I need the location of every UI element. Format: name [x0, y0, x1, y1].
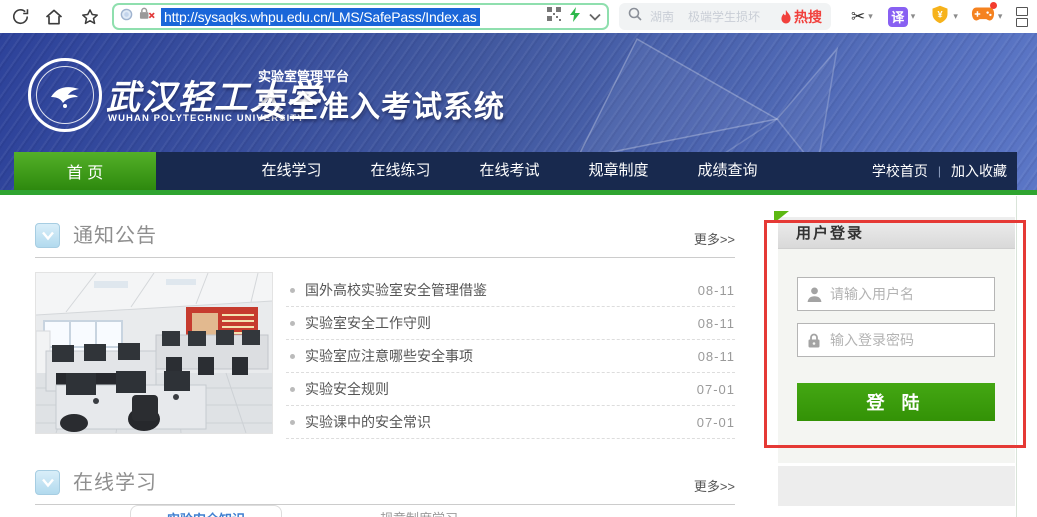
nav-separator: | — [938, 152, 941, 190]
column-divider — [1016, 196, 1017, 517]
bullet-icon — [290, 420, 295, 425]
bullet-icon — [290, 321, 295, 326]
nav-item-online-exam[interactable]: 在线考试 — [455, 152, 564, 190]
notice-item-title: 实验安全规则 — [305, 379, 389, 399]
browser-toolbar: http://sysaqks.whpu.edu.cn/LMS/SafePass/… — [0, 0, 1037, 33]
game-controller-icon — [971, 5, 995, 28]
flame-icon — [780, 10, 792, 24]
username-input[interactable] — [830, 286, 994, 302]
translate-icon: 译 — [888, 7, 908, 27]
lock-icon — [798, 332, 830, 349]
notice-item-title: 实验课中的安全常识 — [305, 412, 431, 432]
refresh-icon[interactable] — [8, 5, 32, 29]
notice-item-date: 07-01 — [697, 415, 735, 430]
notice-section-title: 通知公告 — [73, 219, 157, 248]
bullet-icon — [290, 354, 295, 359]
browser-window: http://sysaqks.whpu.edu.cn/LMS/SafePass/… — [0, 0, 1037, 517]
notice-item-date: 07-01 — [697, 382, 735, 397]
nav-link-add-favorite[interactable]: 加入收藏 — [951, 152, 1007, 190]
user-icon — [798, 286, 830, 303]
bullet-icon — [290, 387, 295, 392]
chevron-down-icon[interactable] — [589, 8, 601, 26]
wallet-tool-button[interactable]: ¥ ▾ — [930, 4, 958, 30]
notice-item[interactable]: 实验室安全工作守则 08-11 — [286, 307, 735, 340]
notice-item-date: 08-11 — [698, 283, 735, 298]
notice-photo-computer-lab[interactable] — [35, 272, 273, 434]
notice-item-date: 08-11 — [698, 316, 735, 331]
search-suggestion-2[interactable]: 极端学生损坏 — [688, 8, 760, 25]
flash-speed-icon[interactable] — [569, 7, 581, 27]
nav-item-rules[interactable]: 规章制度 — [564, 152, 673, 190]
nav-item-home[interactable]: 首 页 — [14, 152, 156, 190]
password-input[interactable] — [830, 332, 994, 348]
nav-underline-strip — [0, 190, 1037, 195]
search-icon — [628, 7, 642, 26]
search-suggestion-1[interactable]: 湖南 — [650, 8, 674, 25]
hot-search-button[interactable]: 热搜 — [780, 7, 822, 27]
hot-search-label: 热搜 — [794, 7, 822, 27]
notice-item[interactable]: 实验安全规则 07-01 — [286, 373, 735, 406]
nav-link-school-home[interactable]: 学校首页 — [872, 152, 928, 190]
system-title: 安全准入考试系统 — [257, 82, 505, 126]
money-shield-icon: ¥ — [930, 4, 950, 30]
notice-list: 国外高校实验室安全管理借鉴 08-11 实验室安全工作守则 08-11 实验室应… — [286, 274, 735, 439]
qr-code-icon[interactable] — [547, 7, 561, 26]
address-bar[interactable]: http://sysaqks.whpu.edu.cn/LMS/SafePass/… — [112, 3, 609, 30]
translate-tool-button[interactable]: 译 ▾ — [888, 7, 916, 27]
password-field-wrap — [797, 323, 995, 357]
home-icon[interactable] — [42, 5, 66, 29]
bullet-icon — [290, 288, 295, 293]
site-header: 武汉轻工大学 WUHAN POLYTECHNIC UNIVERSITY 实验室管… — [0, 33, 1037, 195]
notice-section-header: 通知公告 更多>> — [35, 220, 735, 258]
login-button[interactable]: 登 陆 — [797, 383, 995, 421]
bookmark-star-icon[interactable] — [78, 5, 102, 29]
caret-down-icon: ▾ — [911, 11, 916, 22]
insecure-lock-icon[interactable] — [139, 7, 156, 26]
secondary-panel-placeholder — [778, 466, 1015, 506]
clip-tool-button[interactable]: ✂ ▾ — [851, 7, 873, 27]
chevron-badge-icon — [35, 223, 60, 248]
reader-mode-icon[interactable] — [120, 8, 133, 26]
university-logo[interactable] — [28, 58, 102, 132]
login-panel: 用户登录 登 陆 — [778, 217, 1015, 463]
notice-item[interactable]: 国外高校实验室安全管理借鉴 08-11 — [286, 274, 735, 307]
notice-item-date: 08-11 — [698, 349, 735, 364]
green-corner-fold — [774, 211, 789, 223]
notice-item[interactable]: 实验室应注意哪些安全事项 08-11 — [286, 340, 735, 373]
study-more-link[interactable]: 更多>> — [694, 476, 735, 495]
caret-down-icon: ▾ — [998, 11, 1003, 22]
study-tab-label: 实验安全知识 — [167, 512, 245, 517]
notice-more-link[interactable]: 更多>> — [694, 229, 735, 248]
chevron-badge-icon — [35, 470, 60, 495]
nav-item-online-practice[interactable]: 在线练习 — [346, 152, 455, 190]
games-tool-button[interactable]: ▾ — [971, 5, 1003, 28]
notification-dot — [990, 2, 997, 9]
notice-item[interactable]: 实验课中的安全常识 07-01 — [286, 406, 735, 439]
url-text-selected[interactable]: http://sysaqks.whpu.edu.cn/LMS/SafePass/… — [161, 8, 480, 26]
study-tab-active[interactable]: 实验安全知识 — [130, 505, 282, 517]
search-box[interactable]: 湖南 极端学生损坏 热搜 — [619, 3, 831, 30]
split-view-icon[interactable] — [1016, 7, 1028, 27]
study-section-header: 在线学习 更多>> — [35, 467, 735, 505]
scissors-icon: ✂ — [851, 7, 865, 27]
notice-item-title: 国外高校实验室安全管理借鉴 — [305, 280, 487, 300]
notice-item-title: 实验室应注意哪些安全事项 — [305, 346, 473, 366]
main-nav: 首 页 在线学习 在线练习 在线考试 规章制度 成绩查询 学校首页 | 加入收藏 — [14, 152, 1017, 190]
username-field-wrap — [797, 277, 995, 311]
study-tab[interactable]: 规章制度学习 — [380, 508, 520, 517]
login-panel-title: 用户登录 — [778, 217, 1015, 249]
nav-item-online-study[interactable]: 在线学习 — [237, 152, 346, 190]
notice-item-title: 实验室安全工作守则 — [305, 313, 431, 333]
nav-item-scores[interactable]: 成绩查询 — [673, 152, 782, 190]
caret-down-icon: ▾ — [868, 11, 873, 22]
study-tab-label: 规章制度学习 — [380, 511, 458, 517]
caret-down-icon: ▾ — [953, 11, 958, 22]
study-section-title: 在线学习 — [73, 466, 157, 495]
